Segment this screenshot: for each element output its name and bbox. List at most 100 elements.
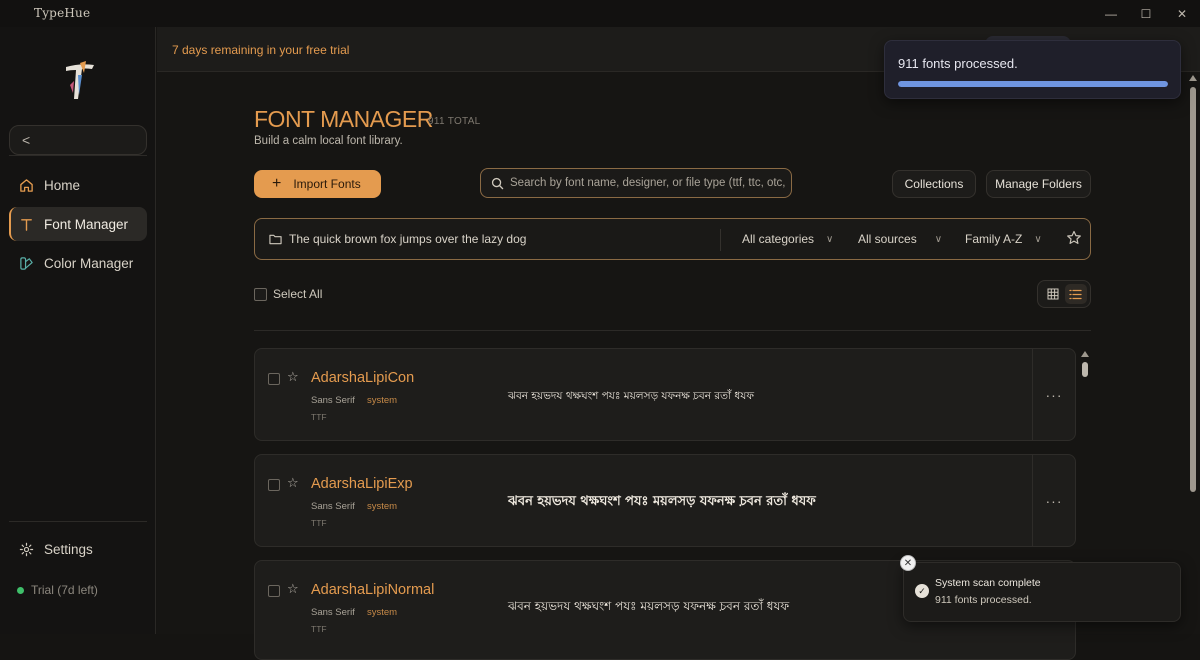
font-select-checkbox[interactable]	[268, 479, 280, 491]
plus-icon: +	[272, 175, 282, 192]
font-file-type: TTF	[311, 624, 327, 634]
search-icon	[491, 177, 504, 189]
font-source: system	[367, 395, 398, 406]
title-bar: TypeHue — ☐ ✕	[0, 0, 1200, 27]
chevron-down-icon: ∨	[826, 233, 834, 245]
font-source: system	[367, 501, 398, 512]
favorite-star-icon[interactable]: ☆	[287, 581, 299, 597]
font-category: Sans Serif	[311, 395, 355, 406]
toast-message: 911 fonts processed.	[935, 594, 1032, 606]
view-toggle	[1037, 280, 1091, 308]
filter-divider	[720, 229, 721, 251]
source-dropdown[interactable]: All sources ∨	[858, 232, 942, 246]
trial-banner-text: 7 days remaining in your free trial	[172, 43, 350, 57]
trial-label: Trial (7d left)	[31, 583, 98, 597]
font-name: AdarshaLipiNormal	[311, 582, 435, 598]
font-name: AdarshaLipiExp	[311, 476, 413, 492]
page-subtitle: Build a calm local font library.	[254, 135, 403, 147]
sidebar-item-font-manager[interactable]: Font Manager	[9, 207, 147, 241]
font-preview: ঝবন হয়ভদয থক্ষঘংশ পযঃ ময়লসড় যফনক্ষ চ়…	[508, 390, 754, 402]
collections-button[interactable]: Collections	[892, 170, 976, 198]
list-view-button[interactable]	[1064, 284, 1087, 304]
progress-message: 911 fonts processed.	[898, 56, 1018, 71]
scroll-up-arrow-icon[interactable]	[1189, 75, 1197, 81]
page-scrollbar[interactable]	[1187, 72, 1200, 634]
select-all-label: Select All	[273, 287, 323, 301]
list-scrollbar-thumb[interactable]	[1082, 362, 1088, 377]
grid-view-button[interactable]	[1042, 284, 1064, 304]
preview-text-value: The quick brown fox jumps over the lazy …	[289, 232, 527, 246]
sidebar-divider	[9, 155, 147, 156]
list-icon	[1069, 289, 1082, 299]
font-file-type: TTF	[311, 412, 327, 422]
app-title: TypeHue	[34, 6, 91, 20]
font-name: AdarshaLipiCon	[311, 370, 415, 386]
sidebar-item-home[interactable]: Home	[9, 168, 147, 202]
type-icon	[21, 218, 32, 231]
font-category: Sans Serif	[311, 607, 355, 618]
palette-icon	[20, 256, 33, 270]
preview-text-field[interactable]: The quick brown fox jumps over the lazy …	[269, 232, 526, 246]
maximize-button[interactable]: ☐	[1128, 0, 1164, 27]
sort-dropdown[interactable]: Family A-Z ∨	[965, 232, 1042, 246]
home-icon	[20, 178, 33, 192]
close-window-button[interactable]: ✕	[1164, 0, 1200, 27]
trial-status: Trial (7d left)	[17, 583, 98, 597]
folder-icon	[269, 234, 282, 245]
search-bar[interactable]	[480, 168, 792, 198]
status-dot-icon	[17, 586, 24, 594]
page-scrollbar-thumb[interactable]	[1190, 87, 1196, 492]
font-select-checkbox[interactable]	[268, 373, 280, 385]
list-divider	[254, 330, 1091, 331]
app-logo	[66, 61, 94, 99]
category-dropdown[interactable]: All categories ∨	[742, 232, 833, 246]
category-value: All categories	[742, 232, 815, 246]
sidebar-item-label: Color Manager	[44, 255, 134, 271]
close-icon[interactable]: ✕	[900, 555, 916, 571]
font-select-checkbox[interactable]	[268, 585, 280, 597]
grid-icon	[1047, 288, 1058, 300]
chevron-down-icon: ∨	[934, 233, 943, 245]
gear-icon	[19, 542, 34, 556]
scroll-up-arrow-icon[interactable]	[1081, 351, 1089, 357]
font-preview: ঝবন হয়ভদয থক্ষঘংশ পযঃ ময়লসড় যফনক্ষ চ়…	[508, 599, 790, 613]
manage-folders-button[interactable]: Manage Folders	[986, 170, 1091, 198]
sidebar-item-label: Home	[44, 177, 81, 193]
sidebar-item-color-manager[interactable]: Color Manager	[9, 246, 147, 280]
import-fonts-button[interactable]: + Import Fonts	[254, 170, 381, 198]
font-total-count: 911 TOTAL	[428, 116, 481, 127]
favorite-star-icon[interactable]: ☆	[287, 475, 299, 491]
filter-bar: The quick brown fox jumps over the lazy …	[254, 218, 1091, 260]
import-fonts-label: Import Fonts	[293, 177, 361, 191]
check-circle-icon: ✓	[915, 584, 929, 598]
sidebar-divider	[9, 521, 147, 522]
more-options-button[interactable]: ···	[1032, 349, 1075, 440]
progress-bar	[898, 81, 1168, 87]
toast-title: System scan complete	[935, 577, 1041, 589]
search-input[interactable]	[510, 177, 790, 189]
more-options-button[interactable]: ···	[1032, 455, 1075, 546]
page-title: FONT MANAGER	[254, 106, 433, 132]
sidebar-item-label: Settings	[44, 541, 93, 557]
font-preview: ঝবন হয়ভদয থক্ষঘংশ পযঃ ময়লসড় যফনক্ষ চ়…	[508, 494, 816, 509]
font-file-type: TTF	[311, 518, 327, 528]
select-all-checkbox[interactable]	[254, 287, 267, 301]
sidebar-collapse-button[interactable]: <	[9, 125, 147, 155]
favorites-filter-star-icon[interactable]	[1066, 230, 1082, 246]
font-category: Sans Serif	[311, 501, 355, 512]
minimize-button[interactable]: —	[1093, 0, 1129, 27]
favorite-star-icon[interactable]: ☆	[287, 369, 299, 385]
source-value: All sources	[858, 232, 917, 246]
font-card[interactable]: ☆ AdarshaLipiExp Sans Serif system TTF ঝ…	[254, 454, 1076, 547]
sidebar-item-label: Font Manager	[44, 216, 129, 232]
font-card[interactable]: ☆ AdarshaLipiCon Sans Serif system TTF ঝ…	[254, 348, 1076, 441]
scan-complete-toast: ✕ ✓ System scan complete 911 fonts proce…	[900, 555, 1181, 622]
sidebar-item-settings[interactable]: Settings	[9, 532, 147, 566]
main-content: FONT MANAGER 911 TOTAL Build a calm loca…	[157, 72, 1187, 660]
select-all-control[interactable]: Select All	[254, 287, 322, 301]
progress-bar-fill	[898, 81, 1168, 87]
chevron-left-icon: <	[22, 132, 31, 148]
progress-toast: 911 fonts processed.	[884, 40, 1181, 99]
sidebar: < Home Font Manager Color Manager Settin…	[0, 27, 156, 634]
sort-value: Family A-Z	[965, 232, 1023, 246]
